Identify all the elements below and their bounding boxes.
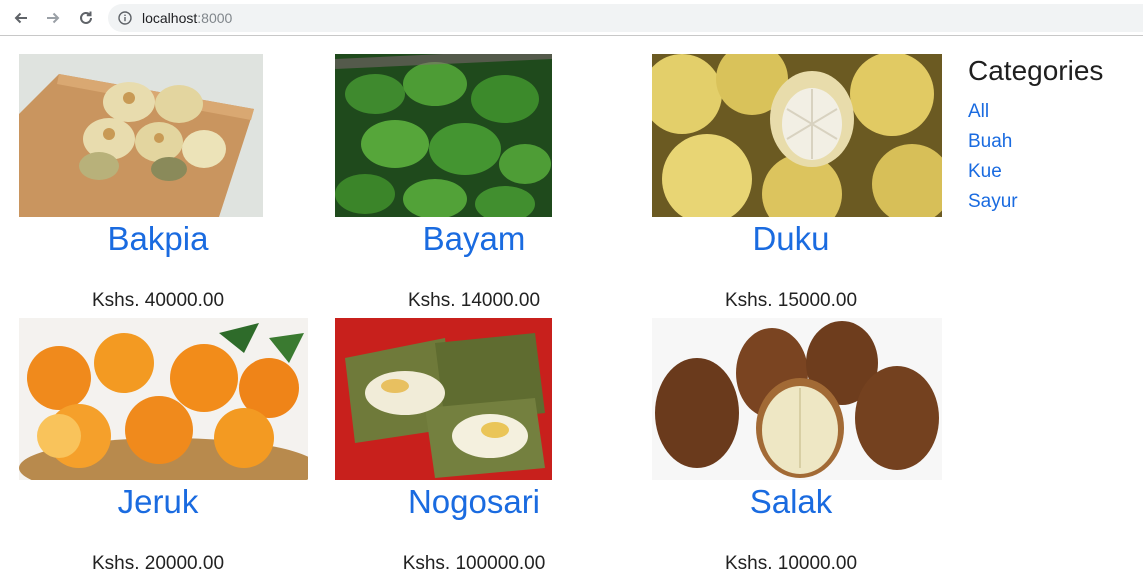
category-link-sayur[interactable]: Sayur [968, 187, 1103, 217]
product-card-bakpia: Bakpia Kshs. 40000.00 [19, 54, 297, 311]
category-link-kue[interactable]: Kue [968, 157, 1103, 187]
product-card-salak: Salak Kshs. 10000.00 [652, 318, 942, 574]
duku-photo [652, 54, 942, 217]
nogosari-photo [335, 318, 552, 480]
categories-sidebar: Categories All Buah Kue Sayur [968, 55, 1103, 217]
product-name-link[interactable]: Bakpia [19, 220, 297, 258]
product-card-jeruk: Jeruk Kshs. 20000.00 [19, 318, 308, 574]
back-button[interactable] [10, 7, 32, 29]
product-price: Kshs. 14000.00 [407, 290, 541, 311]
jeruk-image[interactable] [19, 318, 308, 480]
categories-title: Categories [968, 55, 1104, 86]
bakpia-photo [19, 54, 263, 217]
url-port: :8000 [197, 10, 233, 26]
product-price: Kshs. 10000.00 [724, 553, 858, 574]
page-content: Bakpia Kshs. 40000.00 Bayam Kshs. 14000.… [0, 37, 1143, 574]
category-link-all[interactable]: All [968, 97, 1103, 127]
product-price: Kshs. 15000.00 [724, 290, 858, 311]
product-price: Kshs. 100000.00 [402, 553, 546, 574]
reload-icon [80, 11, 92, 24]
product-name-link[interactable]: Salak [652, 483, 930, 521]
categories-list: All Buah Kue Sayur [968, 97, 1103, 217]
salak-image[interactable] [652, 318, 942, 480]
nogosari-image[interactable] [335, 318, 552, 480]
bayam-photo [335, 54, 552, 217]
url-text: localhost:8000 [142, 10, 232, 26]
reload-button[interactable] [75, 7, 97, 29]
product-name-link[interactable]: Jeruk [19, 483, 297, 521]
address-bar[interactable]: localhost:8000 [108, 4, 1143, 32]
product-name-link[interactable]: Bayam [335, 220, 613, 258]
category-link-buah[interactable]: Buah [968, 127, 1103, 157]
url-host: localhost [142, 10, 198, 26]
arrow-left-icon [14, 12, 27, 24]
info-icon[interactable] [118, 11, 132, 25]
product-card-bayam: Bayam Kshs. 14000.00 [335, 54, 613, 311]
product-name-link[interactable]: Duku [652, 220, 930, 258]
forward-button[interactable] [42, 7, 64, 29]
salak-photo [652, 318, 942, 480]
jeruk-photo [19, 318, 308, 480]
product-card-nogosari: Nogosari Kshs. 100000.00 [335, 318, 613, 574]
product-price: Kshs. 40000.00 [91, 290, 225, 311]
duku-image[interactable] [652, 54, 942, 217]
product-name-link[interactable]: Nogosari [335, 483, 613, 521]
bayam-image[interactable] [335, 54, 552, 217]
product-card-duku: Duku Kshs. 15000.00 [652, 54, 942, 311]
product-price: Kshs. 20000.00 [91, 553, 225, 574]
browser-toolbar: localhost:8000 [0, 0, 1143, 36]
arrow-right-icon [47, 12, 60, 24]
bakpia-image[interactable] [19, 54, 263, 217]
